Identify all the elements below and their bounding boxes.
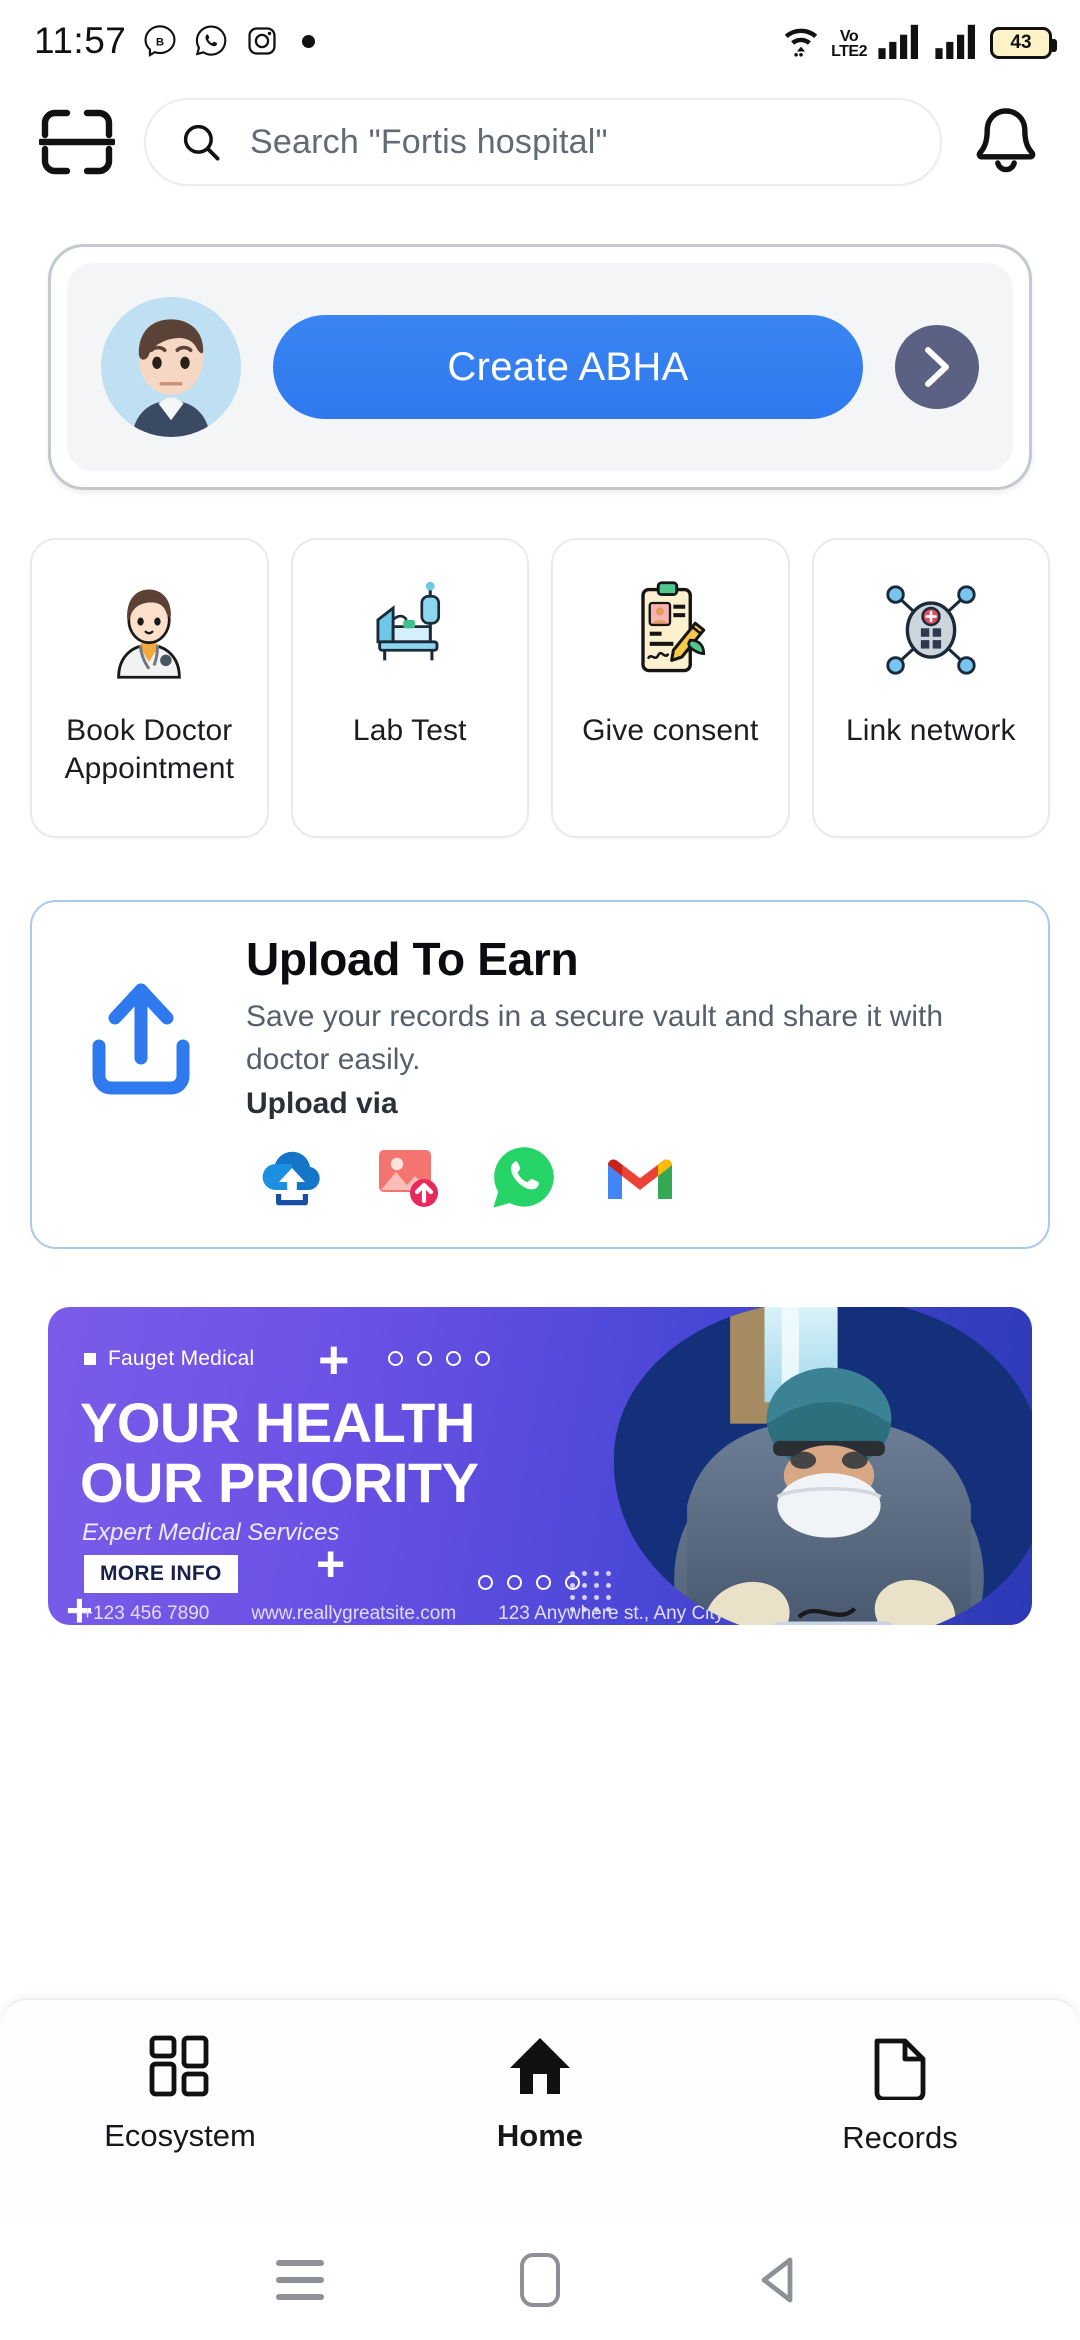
home-icon bbox=[510, 2038, 570, 2094]
upload-sources-row bbox=[246, 1141, 1014, 1213]
status-bar-clock: 11:57 bbox=[34, 20, 127, 61]
search-bar[interactable]: Search "Fortis hospital" bbox=[144, 98, 942, 186]
quick-action-label: Book Doctor Appointment bbox=[64, 714, 235, 786]
back-triangle-icon bbox=[761, 2257, 793, 2303]
gallery-upload-icon[interactable] bbox=[372, 1141, 444, 1213]
banner-website: www.reallygreatsite.com bbox=[251, 1603, 457, 1625]
scanner-icon bbox=[39, 109, 115, 175]
upload-to-earn-card[interactable]: Upload To Earn Save your records in a se… bbox=[30, 900, 1050, 1250]
banner-headline-line1: YOUR HEALTH bbox=[80, 1391, 475, 1455]
upload-via-label: Upload via bbox=[246, 1087, 398, 1121]
avatar bbox=[101, 297, 241, 437]
banner-contact-row: +123 456 7890 www.reallygreatsite.com 12… bbox=[82, 1603, 724, 1625]
whatsapp-icon[interactable] bbox=[488, 1141, 560, 1213]
doctor-icon bbox=[95, 570, 203, 690]
status-dot-indicator bbox=[302, 34, 316, 48]
search-icon bbox=[183, 124, 220, 161]
banner-brand: Fauget Medical bbox=[84, 1347, 254, 1371]
nav-item-ecosystem[interactable]: Ecosystem bbox=[0, 2034, 360, 2154]
quick-action-lab-test[interactable]: Lab Test bbox=[290, 538, 529, 838]
battery-percent-label: 43 bbox=[1010, 32, 1032, 53]
banner-more-info-button[interactable]: MORE INFO bbox=[84, 1555, 238, 1594]
instagram-icon bbox=[248, 27, 276, 55]
android-recents-button[interactable] bbox=[260, 2240, 340, 2320]
signal-bars-sim1-icon bbox=[878, 24, 918, 59]
home-pill-icon bbox=[520, 2253, 560, 2307]
banner-tagline: Expert Medical Services bbox=[82, 1519, 340, 1547]
volte-indicator: Vo LTE2 bbox=[831, 27, 867, 60]
signal-bars-sim2-icon bbox=[935, 24, 975, 59]
gmail-icon[interactable] bbox=[604, 1141, 676, 1213]
promotional-banner[interactable]: Fauget Medical + + + + YOUR HEALTH OUR P… bbox=[48, 1307, 1032, 1626]
svg-text:B: B bbox=[156, 36, 164, 48]
chevron-right-icon bbox=[925, 347, 949, 387]
hospital-bed-iv-icon bbox=[356, 570, 464, 690]
surgeon-photo bbox=[614, 1307, 1032, 1626]
create-abha-button[interactable]: Create ABHA bbox=[273, 315, 863, 419]
consent-form-icon bbox=[616, 570, 724, 690]
upload-subtitle: Save your records in a secure vault and … bbox=[246, 1000, 944, 1076]
android-home-button[interactable] bbox=[500, 2240, 580, 2320]
battery-indicator: 43 bbox=[990, 27, 1057, 59]
upload-title: Upload To Earn bbox=[246, 933, 579, 985]
user-avatar-illustration bbox=[101, 297, 241, 437]
app-header: Search "Fortis hospital" bbox=[0, 82, 1080, 202]
search-input[interactable]: Search "Fortis hospital" bbox=[250, 123, 608, 162]
quick-action-give-consent[interactable]: Give consent bbox=[551, 538, 790, 838]
cloud-upload-icon[interactable] bbox=[256, 1141, 328, 1213]
upload-card-body: Upload To Earn Save your records in a se… bbox=[246, 932, 1014, 1213]
banner-headline: YOUR HEALTH OUR PRIORITY bbox=[80, 1391, 479, 1515]
android-back-button[interactable] bbox=[740, 2240, 820, 2320]
banner-headline-line2: OUR PRIORITY bbox=[80, 1451, 479, 1515]
banner-brand-label: Fauget Medical bbox=[108, 1347, 255, 1371]
android-system-navigation bbox=[0, 2220, 1080, 2340]
nav-item-records[interactable]: Records bbox=[720, 2034, 1080, 2156]
upload-arrow-icon bbox=[66, 932, 216, 1098]
status-bar-left: 11:57 B bbox=[34, 20, 316, 62]
document-icon bbox=[874, 2038, 926, 2100]
bell-icon bbox=[976, 108, 1036, 173]
scanner-button[interactable] bbox=[36, 107, 118, 177]
abha-next-button[interactable] bbox=[895, 325, 979, 409]
recents-icon bbox=[276, 2260, 324, 2300]
nav-label: Home bbox=[496, 2118, 584, 2153]
nav-label: Ecosystem bbox=[104, 2118, 256, 2153]
banner-phone: +123 456 7890 bbox=[82, 1603, 210, 1625]
bluesky-icon: B bbox=[144, 25, 176, 57]
nav-label: Records bbox=[842, 2120, 958, 2155]
nav-item-home[interactable]: Home bbox=[360, 2034, 720, 2154]
abha-section: Create ABHA bbox=[0, 202, 1080, 490]
quick-actions-grid: Book Doctor Appointment Lab Test Give co… bbox=[0, 490, 1080, 838]
quick-action-link-network[interactable]: Link network bbox=[811, 538, 1050, 838]
banner-brand-marker bbox=[84, 1353, 96, 1366]
quick-action-label: Give consent bbox=[582, 714, 759, 747]
status-bar: 11:57 B Vo LTE2 43 bbox=[0, 0, 1080, 82]
banner-plus-decor-1: + bbox=[318, 1330, 350, 1391]
banner-address: 123 Anywhere st., Any City bbox=[498, 1603, 725, 1625]
status-bar-right: Vo LTE2 43 bbox=[780, 23, 1057, 60]
banner-dots-decor-top bbox=[388, 1351, 490, 1367]
abha-card-inner: Create ABHA bbox=[67, 263, 1013, 471]
grid-icon bbox=[149, 2035, 209, 2097]
wifi-icon bbox=[784, 28, 818, 57]
quick-action-book-doctor-appointment[interactable]: Book Doctor Appointment bbox=[30, 538, 269, 838]
network-link-icon bbox=[877, 570, 985, 690]
quick-action-label: Lab Test bbox=[352, 714, 467, 747]
quick-action-label: Link network bbox=[845, 714, 1016, 747]
notifications-button[interactable] bbox=[968, 104, 1044, 180]
abha-card: Create ABHA bbox=[48, 244, 1032, 490]
bottom-navigation: Ecosystem Home Records bbox=[0, 1998, 1080, 2220]
whatsapp-icon bbox=[196, 25, 227, 56]
banner-dots-decor-bottom bbox=[478, 1575, 580, 1591]
